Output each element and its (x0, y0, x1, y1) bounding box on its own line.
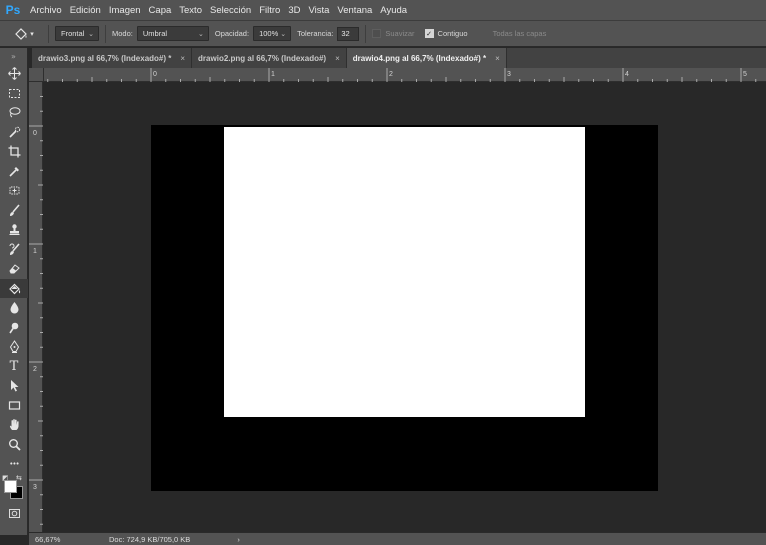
document-tab[interactable]: drawio2.png al 66,7% (Indexado#) × (192, 48, 347, 68)
menu-bar: Ps Archivo Edición Imagen Capa Texto Selecció… (0, 0, 766, 21)
status-menu-arrow[interactable]: › (237, 535, 240, 544)
blur-icon[interactable] (0, 298, 28, 318)
healing-brush-icon[interactable] (0, 181, 28, 201)
zoom-level[interactable]: 66,67% (29, 535, 69, 544)
all-layers-label: Todas las capas (492, 29, 547, 38)
divider (365, 24, 367, 43)
photoshop-logo[interactable]: Ps (0, 0, 26, 21)
document-tab[interactable]: drawio4.png al 66,7% (Indexado#) * × (346, 48, 507, 68)
close-icon[interactable]: × (495, 54, 500, 63)
ruler-label: 1 (33, 248, 37, 255)
menu-item[interactable]: 3D (284, 5, 304, 16)
ruler-origin[interactable] (29, 68, 44, 82)
ruler-label: 5 (743, 71, 747, 78)
document-tabs: drawio3.png al 66,7% (Indexado#) * × drawi… (32, 48, 766, 68)
panel-grip-icon[interactable]: » (0, 48, 27, 64)
ruler-label: 3 (507, 71, 511, 78)
move-icon[interactable] (0, 64, 28, 84)
ruler-label: 0 (33, 130, 37, 137)
document-canvas[interactable] (151, 125, 658, 491)
quick-selection-icon[interactable] (0, 123, 28, 143)
hand-icon[interactable] (0, 415, 28, 435)
pen-icon[interactable] (0, 337, 28, 357)
tolerance-label: Tolerancia: (297, 29, 334, 38)
paint-bucket-icon (15, 27, 28, 40)
contiguous-label: Contiguo (437, 29, 468, 38)
dodge-icon[interactable] (0, 318, 28, 338)
ruler-label: 0 (153, 71, 157, 78)
path-selection-icon[interactable] (0, 376, 28, 396)
rectangle-icon[interactable] (0, 396, 28, 416)
more-tools-icon[interactable]: ••• (0, 454, 28, 474)
eyedropper-icon[interactable] (0, 162, 28, 182)
menu-item[interactable]: Ventana (333, 5, 376, 16)
tool-preset-picker[interactable]: ▾ (6, 24, 42, 44)
menu-item[interactable]: Edición (66, 5, 105, 16)
opacity-value: 100% (259, 29, 279, 38)
status-bar: 66,67% Doc: 724,9 KB/705,0 KB › (29, 532, 766, 545)
all-layers-checkbox[interactable] (480, 29, 489, 38)
fill-source-select[interactable]: Frontal ⌄ (55, 26, 99, 41)
menu-item[interactable]: Capa (145, 5, 176, 16)
color-swatches: ◩ ⇆ (0, 474, 28, 504)
antialias-checkbox[interactable] (372, 29, 382, 38)
tools-list: T ••• (0, 64, 28, 474)
ruler-label: 3 (33, 484, 37, 491)
menu-item[interactable]: Texto (175, 5, 206, 16)
lasso-icon[interactable] (0, 103, 28, 123)
menu-item[interactable]: Archivo (26, 5, 66, 16)
crop-icon[interactable] (0, 142, 28, 162)
type-icon[interactable]: T (0, 357, 28, 377)
history-brush-icon[interactable] (0, 240, 28, 260)
eraser-icon[interactable] (0, 259, 28, 279)
tools-panel: » T ••• ◩ ⇆ (0, 48, 28, 535)
quick-mask-icon[interactable] (0, 504, 28, 524)
contiguous-checkbox[interactable]: ✓ (424, 29, 434, 38)
document-tab[interactable]: drawio3.png al 66,7% (Indexado#) * × (32, 48, 193, 68)
document-size-info: Doc: 724,9 KB/705,0 KB (109, 534, 191, 544)
marquee-icon[interactable] (0, 84, 28, 104)
close-icon[interactable]: × (335, 54, 340, 63)
menu-item[interactable]: Selección (206, 5, 255, 16)
ruler-label: 2 (389, 71, 393, 78)
ruler-label: 4 (625, 71, 629, 78)
tab-label: drawio2.png al 66,7% (Indexado#) (198, 53, 327, 63)
ruler-label: 1 (271, 71, 275, 78)
menu-item[interactable]: Filtro (255, 5, 284, 16)
divider (48, 24, 49, 43)
clone-stamp-icon[interactable] (0, 220, 28, 240)
canvas-workspace[interactable] (44, 83, 766, 532)
menu-item[interactable]: Ayuda (376, 5, 411, 16)
opacity-label: Opacidad: (214, 29, 250, 38)
chevron-down-icon: ⌄ (88, 31, 94, 38)
paint-bucket-icon[interactable] (0, 278, 28, 298)
fill-source-value: Frontal (61, 29, 85, 38)
chevron-down-icon: ▾ (30, 30, 34, 38)
mode-label: Modo: (112, 29, 133, 38)
antialias-label: Suavizar (385, 29, 415, 38)
ruler-label: 2 (33, 366, 37, 373)
options-bar: ▾ Frontal ⌄ Modo: Umbral ⌄ Opacidad: 100… (0, 21, 766, 47)
vertical-ruler[interactable]: 0 1 2 3 (29, 82, 43, 532)
zoom-icon[interactable] (0, 435, 28, 455)
foreground-color-swatch[interactable] (4, 479, 17, 493)
horizontal-ruler[interactable]: 0 1 2 3 4 5 (44, 68, 766, 82)
menu-item[interactable]: Vista (304, 5, 333, 16)
menu-items: Archivo Edición Imagen Capa Texto Selección Fi… (26, 5, 411, 16)
white-rectangle (224, 127, 585, 417)
mode-select[interactable]: Umbral ⌄ (136, 26, 209, 41)
tab-label: drawio3.png al 66,7% (Indexado#) * (38, 53, 172, 63)
divider (105, 24, 106, 43)
tab-label: drawio4.png al 66,7% (Indexado#) * (352, 53, 487, 63)
chevron-down-icon: ⌄ (280, 31, 287, 38)
close-icon[interactable]: × (180, 54, 185, 63)
tolerance-input[interactable]: 32 (337, 26, 360, 41)
brush-icon[interactable] (0, 201, 28, 221)
chevron-down-icon: ⌄ (197, 31, 204, 38)
opacity-field[interactable]: 100% ⌄ (253, 26, 292, 41)
mode-value: Umbral (142, 29, 168, 38)
menu-item[interactable]: Imagen (105, 5, 145, 16)
